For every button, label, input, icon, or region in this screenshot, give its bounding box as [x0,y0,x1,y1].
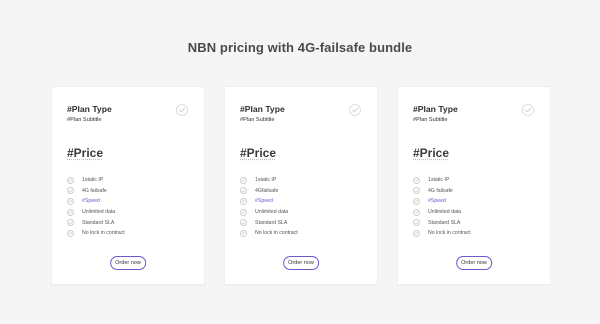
feature-label: #Speed [428,198,446,205]
check-circle-icon [67,197,74,205]
order-now-button[interactable]: Order now [456,256,492,270]
feature-label: Unlimited data [255,209,289,216]
feature-list: 1static IP 4Gfailsafe #Speed Unlimited d… [240,175,298,239]
price: #Price [413,146,450,160]
select-circle-icon[interactable] [522,104,534,116]
check-circle-icon [413,187,420,195]
plan-subtitle: #Plan Subtitle [67,117,102,123]
feature-label: No lock in contract [428,230,471,237]
check-circle-icon [413,176,420,184]
check-circle-icon [240,176,247,184]
feature-label: No lock in contract [82,230,125,237]
check-circle-icon [67,176,74,184]
feature-label: 4G failsafe [428,187,453,194]
check-circle-icon [67,229,74,237]
pricing-card: #Plan Type #Plan Subtitle #Price 1static… [224,86,378,285]
feature-label: No lock in contract [255,230,298,237]
pricing-card: #Plan Type #Plan Subtitle #Price 1static… [51,86,205,285]
feature-label: Standard SLA [255,219,288,226]
feature-item: 1static IP [67,175,125,186]
check-circle-icon [67,219,74,227]
feature-item: Standard SLA [67,217,125,228]
feature-list: 1static IP 4G failsafe #Speed Unlimited … [67,175,125,239]
feature-label: 1static IP [82,177,104,184]
feature-item: #Speed [240,196,298,207]
feature-label: Standard SLA [82,219,115,226]
feature-label: #Speed [82,198,100,205]
feature-item: #Speed [413,196,471,207]
check-circle-icon [67,208,74,216]
feature-item: Standard SLA [240,217,298,228]
plan-subtitle: #Plan Subtitle [413,117,448,123]
page-title: NBN pricing with 4G-failsafe bundle [187,40,413,55]
select-circle-icon[interactable] [349,104,361,116]
feature-item: 1static IP [240,175,298,186]
order-now-button[interactable]: Order now [283,256,319,270]
feature-list: 1static IP 4G failsafe #Speed Unlimited … [413,175,471,239]
feature-label: 1static IP [255,177,277,184]
feature-label: 1static IP [428,177,450,184]
pricing-card: #Plan Type #Plan Subtitle #Price 1static… [397,86,551,285]
select-circle-icon[interactable] [176,104,188,116]
feature-item: #Speed [67,196,125,207]
plan-type: #Plan Type [67,104,112,114]
feature-item: No lock in contract [240,228,298,239]
check-circle-icon [67,187,74,195]
check-circle-icon [413,197,420,205]
feature-label: #Speed [255,198,273,205]
feature-item: No lock in contract [413,228,471,239]
feature-item: Standard SLA [413,217,471,228]
feature-label: Unlimited data [82,209,116,216]
feature-item: Unlimited data [67,207,125,218]
price: #Price [67,146,104,160]
check-circle-icon [240,208,247,216]
check-circle-icon [413,229,420,237]
feature-item: 4G failsafe [413,186,471,197]
check-circle-icon [240,219,247,227]
plan-subtitle: #Plan Subtitle [240,117,275,123]
feature-label: 4Gfailsafe [255,187,279,194]
feature-item: 4G failsafe [67,186,125,197]
feature-label: Unlimited data [428,209,462,216]
feature-item: 4Gfailsafe [240,186,298,197]
price: #Price [240,146,277,160]
feature-label: Standard SLA [428,219,461,226]
feature-item: No lock in contract [67,228,125,239]
feature-label: 4G failsafe [82,187,107,194]
check-circle-icon [413,208,420,216]
check-circle-icon [240,187,247,195]
feature-item: Unlimited data [413,207,471,218]
check-circle-icon [413,219,420,227]
order-now-button[interactable]: Order now [110,256,146,270]
feature-item: Unlimited data [240,207,298,218]
plan-type: #Plan Type [240,104,285,114]
check-circle-icon [240,197,247,205]
check-circle-icon [240,229,247,237]
pricing-page: NBN pricing with 4G-failsafe bundle #Pla… [0,0,600,324]
plan-type: #Plan Type [413,104,458,114]
feature-item: 1static IP [413,175,471,186]
